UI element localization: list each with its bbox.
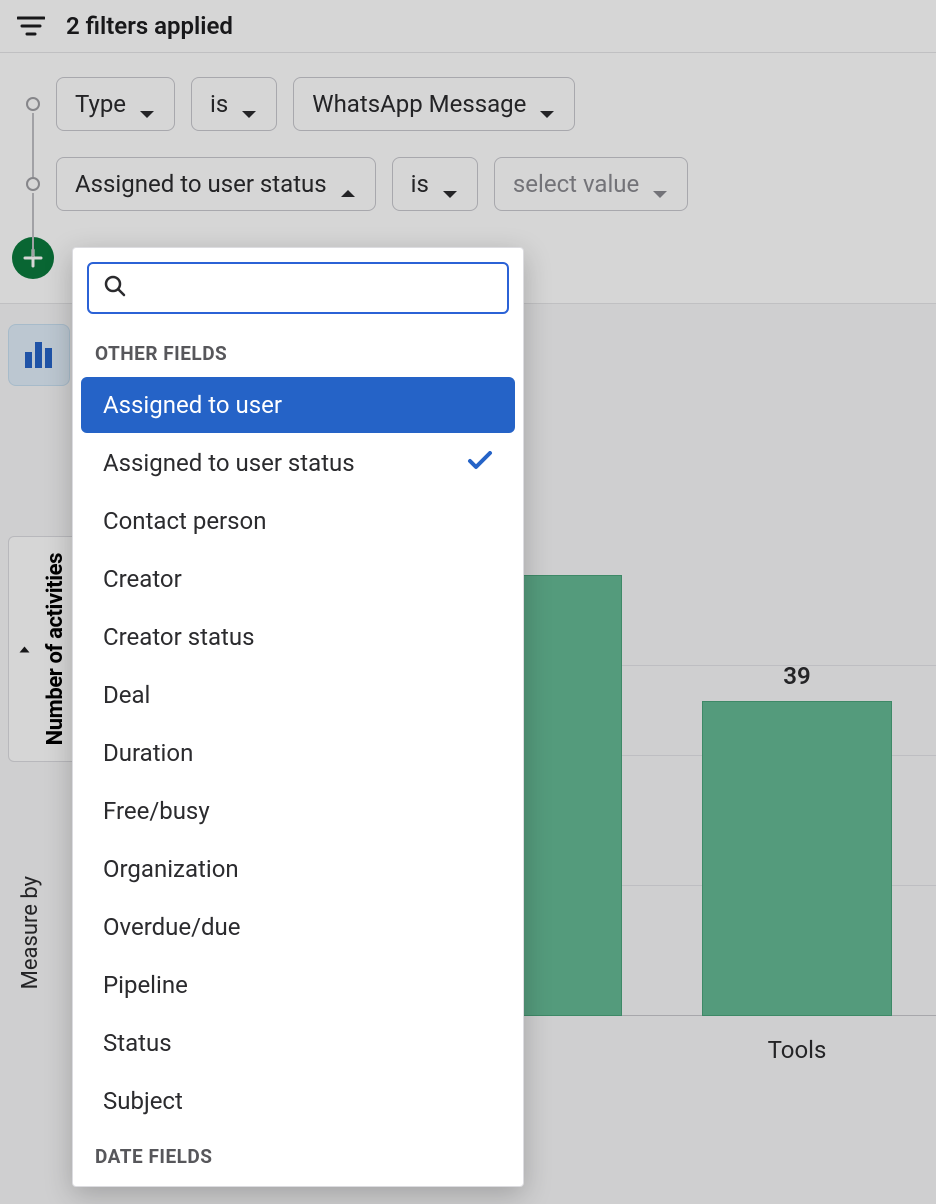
filter-field-label: Assigned to user status <box>75 170 327 198</box>
bar-value-label: 39 <box>783 662 810 690</box>
bar-chart-icon <box>22 340 56 370</box>
dropdown-option[interactable]: Deal <box>81 667 515 723</box>
dropdown-option-label: Deal <box>103 681 150 709</box>
dropdown-option[interactable]: Free/busy <box>81 783 515 839</box>
filter-menu-icon[interactable] <box>16 14 46 38</box>
chevron-down-icon <box>538 98 556 110</box>
filter-row: Assigned to user status is select value <box>16 157 920 211</box>
filter-value-chip[interactable]: WhatsApp Message <box>293 77 575 131</box>
dropdown-option[interactable]: Organization <box>81 841 515 897</box>
filter-value-chip[interactable]: select value <box>494 157 688 211</box>
dropdown-option-label: Pipeline <box>103 971 188 999</box>
filter-field-chip[interactable]: Assigned to user status <box>56 157 376 211</box>
y-axis-label: Number of activities <box>43 553 68 745</box>
dropdown-option[interactable]: Overdue/due <box>81 899 515 955</box>
dropdown-option-list[interactable]: Other fields Assigned to user Assigned to … <box>73 328 523 1186</box>
filter-value-placeholder: select value <box>513 170 639 198</box>
dropdown-option[interactable]: Creator <box>81 551 515 607</box>
filter-field-chip[interactable]: Type <box>56 77 175 131</box>
dropdown-option-label: Free/busy <box>103 797 210 825</box>
filters-applied-label: 2 filters applied <box>66 12 233 40</box>
filter-operator-chip[interactable]: is <box>191 77 277 131</box>
chevron-up-icon <box>339 178 357 190</box>
filter-field-label: Type <box>75 90 126 118</box>
dropdown-search-wrap <box>73 248 523 328</box>
dropdown-option-label: Creator <box>103 565 182 593</box>
chevron-right-icon <box>17 642 36 656</box>
chart-bar[interactable] <box>702 701 892 1016</box>
dropdown-option-label: Organization <box>103 855 239 883</box>
bar-chart-button[interactable] <box>8 324 70 386</box>
dropdown-group-label: Date fields <box>73 1131 523 1178</box>
check-icon <box>467 449 493 477</box>
chevron-down-icon <box>441 178 459 190</box>
filter-node-icon <box>26 177 40 191</box>
dropdown-option[interactable]: Assigned to user <box>81 377 515 433</box>
dropdown-option[interactable]: Pipeline <box>81 957 515 1013</box>
chevron-down-icon <box>240 98 258 110</box>
measure-by-label[interactable]: Measure by <box>18 876 43 989</box>
x-axis-tick-label: Tools <box>768 1036 827 1064</box>
dropdown-search-input[interactable] <box>139 275 493 301</box>
chevron-down-icon <box>651 178 669 190</box>
filter-operator-label: is <box>210 90 228 118</box>
dropdown-option[interactable]: Subject <box>81 1073 515 1129</box>
filters-header: 2 filters applied <box>0 0 936 53</box>
search-icon <box>103 274 127 302</box>
chevron-down-icon <box>138 98 156 110</box>
dropdown-option[interactable]: Contact person <box>81 493 515 549</box>
dropdown-option[interactable]: Status <box>81 1015 515 1071</box>
dropdown-option[interactable]: Duration <box>81 725 515 781</box>
dropdown-search[interactable] <box>87 262 509 314</box>
dropdown-option-label: Duration <box>103 739 193 767</box>
filter-operator-label: is <box>411 170 429 198</box>
filter-operator-chip[interactable]: is <box>392 157 478 211</box>
dropdown-option-label: Assigned to user <box>103 391 282 419</box>
dropdown-option-label: Status <box>103 1029 172 1057</box>
dropdown-option[interactable]: Creator status <box>81 609 515 665</box>
field-dropdown: Other fields Assigned to user Assigned to … <box>72 247 524 1187</box>
dropdown-option-label: Overdue/due <box>103 913 241 941</box>
dropdown-option-label: Contact person <box>103 507 267 535</box>
filter-value-label: WhatsApp Message <box>312 90 526 118</box>
dropdown-option-label: Assigned to user status <box>103 449 355 477</box>
filter-row: Type is WhatsApp Message <box>16 77 920 131</box>
dropdown-group-label: Other fields <box>73 328 523 375</box>
dropdown-option-label: Creator status <box>103 623 254 651</box>
filter-node-icon <box>26 97 40 111</box>
y-axis-selector[interactable]: Number of activities <box>8 536 79 762</box>
dropdown-option-label: Subject <box>103 1087 183 1115</box>
dropdown-option[interactable]: Assigned to user status <box>81 435 515 491</box>
